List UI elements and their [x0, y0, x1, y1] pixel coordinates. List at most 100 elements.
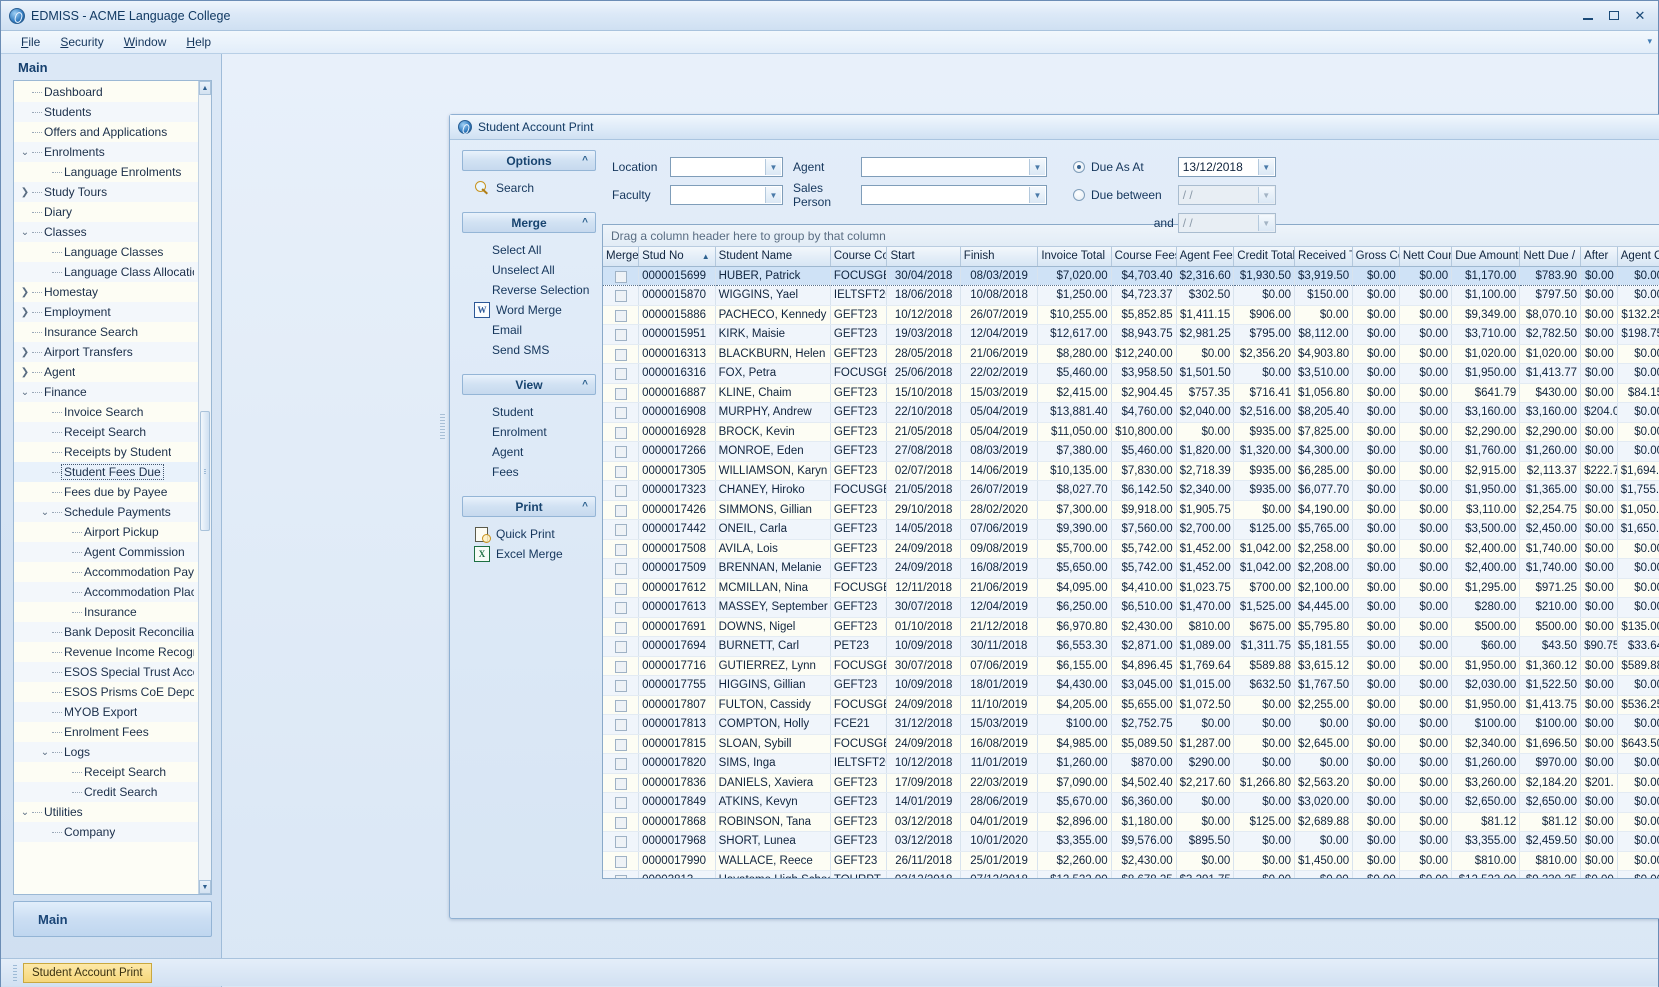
- merge-checkbox-cell[interactable]: [603, 286, 639, 306]
- chevron-right-icon[interactable]: ❯: [18, 187, 32, 198]
- agent-dropdown-icon[interactable]: ▼: [1029, 159, 1045, 175]
- due-as-at-date-input[interactable]: 13/12/2018 ▼: [1178, 157, 1276, 177]
- merge-checkbox-cell[interactable]: [603, 539, 639, 559]
- nav-item-esos-special-trust-account[interactable]: ESOS Special Trust Account: [14, 662, 198, 682]
- nav-item-employment[interactable]: ❯Employment: [14, 302, 198, 322]
- scroll-thumb[interactable]: [200, 411, 210, 531]
- table-row[interactable]: 0000016316FOX, PetraFOCUSGEF25/06/201822…: [603, 364, 1659, 384]
- merge-checkbox[interactable]: [615, 310, 627, 322]
- column-header-agent-cr[interactable]: Agent Cr: [1617, 247, 1659, 266]
- command-unselect-all[interactable]: Unselect All: [462, 260, 596, 280]
- command-group-merge[interactable]: Merge^: [462, 212, 596, 233]
- nav-tree-scrollbar[interactable]: ▲ ▼: [198, 81, 211, 894]
- maximize-button[interactable]: [1602, 6, 1626, 25]
- nav-item-students[interactable]: Students: [14, 102, 198, 122]
- nav-item-homestay[interactable]: ❯Homestay: [14, 282, 198, 302]
- panel-splitter[interactable]: [440, 414, 445, 440]
- nav-item-insurance[interactable]: Insurance: [14, 602, 198, 622]
- merge-checkbox[interactable]: [615, 485, 627, 497]
- nav-item-airport-pickup[interactable]: Airport Pickup: [14, 522, 198, 542]
- nav-item-insurance-search[interactable]: Insurance Search: [14, 322, 198, 342]
- close-button[interactable]: ✕: [1628, 6, 1652, 25]
- nav-item-enrolments[interactable]: ⌄Enrolments: [14, 142, 198, 162]
- table-row[interactable]: 0000017509BRENNAN, MelanieGEFT2324/09/20…: [603, 559, 1659, 579]
- menu-help[interactable]: Help: [176, 31, 221, 53]
- table-row[interactable]: 0000016313BLACKBURN, HelenGEFT2328/05/20…: [603, 344, 1659, 364]
- nav-item-student-fees-due[interactable]: Student Fees Due: [14, 462, 198, 482]
- due-between-from-dropdown-icon[interactable]: ▼: [1258, 187, 1274, 203]
- command-group-print[interactable]: Print^: [462, 496, 596, 517]
- merge-checkbox[interactable]: [615, 758, 627, 770]
- command-word-merge[interactable]: WWord Merge: [462, 300, 596, 320]
- nav-item-language-enrolments[interactable]: Language Enrolments: [14, 162, 198, 182]
- merge-checkbox[interactable]: [615, 661, 627, 673]
- column-header-stud-no[interactable]: Stud No▲: [639, 247, 715, 266]
- command-select-all[interactable]: Select All: [462, 240, 596, 260]
- due-as-at-radio[interactable]: [1073, 161, 1085, 173]
- merge-checkbox-cell[interactable]: [603, 481, 639, 501]
- merge-checkbox-cell[interactable]: [603, 422, 639, 442]
- merge-checkbox-cell[interactable]: [603, 344, 639, 364]
- merge-checkbox[interactable]: [615, 778, 627, 790]
- nav-item-company[interactable]: Company: [14, 822, 198, 842]
- faculty-dropdown-icon[interactable]: ▼: [765, 187, 781, 203]
- sales-person-dropdown-icon[interactable]: ▼: [1029, 187, 1045, 203]
- faculty-combo[interactable]: ▼: [670, 185, 783, 205]
- merge-checkbox[interactable]: [615, 544, 627, 556]
- nav-item-airport-transfers[interactable]: ❯Airport Transfers: [14, 342, 198, 362]
- merge-checkbox-cell[interactable]: [603, 676, 639, 696]
- merge-checkbox[interactable]: [615, 563, 627, 575]
- due-between-to-input[interactable]: / / ▼: [1178, 213, 1276, 233]
- merge-checkbox-cell[interactable]: [603, 559, 639, 579]
- group-by-panel[interactable]: Drag a column header here to group by th…: [603, 225, 1659, 247]
- column-header-agent-fee[interactable]: Agent Fee: [1176, 247, 1234, 266]
- nav-group-main[interactable]: Main: [13, 901, 212, 937]
- table-row[interactable]: 0000016887KLINE, ChaimGEFT2315/10/201815…: [603, 383, 1659, 403]
- collapse-caret-icon[interactable]: ^: [582, 501, 588, 512]
- table-row[interactable]: 0000017990WALLACE, ReeceGEFT2326/11/2018…: [603, 851, 1659, 871]
- merge-checkbox-cell[interactable]: [603, 266, 639, 286]
- nav-item-receipts-by-student[interactable]: Receipts by Student: [14, 442, 198, 462]
- minimize-button[interactable]: [1576, 6, 1600, 25]
- nav-item-schedule-payments[interactable]: ⌄Schedule Payments: [14, 502, 198, 522]
- table-row[interactable]: 0000017508AVILA, LoisGEFT2324/09/201809/…: [603, 539, 1659, 559]
- merge-checkbox-cell[interactable]: [603, 871, 639, 879]
- collapse-caret-icon[interactable]: ^: [582, 155, 588, 166]
- merge-checkbox[interactable]: [615, 739, 627, 751]
- table-row[interactable]: 0000017815SLOAN, SybillFOCUSGEF24/09/201…: [603, 734, 1659, 754]
- merge-checkbox[interactable]: [615, 836, 627, 848]
- merge-checkbox[interactable]: [615, 466, 627, 478]
- command-search[interactable]: Search: [462, 178, 596, 198]
- merge-checkbox[interactable]: [615, 446, 627, 458]
- table-row[interactable]: 0000016928BROCK, KevinGEFT2321/05/201805…: [603, 422, 1659, 442]
- merge-checkbox[interactable]: [615, 407, 627, 419]
- merge-checkbox-cell[interactable]: [603, 851, 639, 871]
- chevron-down-icon[interactable]: ⌄: [18, 227, 32, 238]
- scroll-down-arrow[interactable]: ▼: [199, 880, 211, 894]
- nav-item-dashboard[interactable]: Dashboard: [14, 82, 198, 102]
- table-row[interactable]: 0000017968SHORT, LuneaGEFT2303/12/201810…: [603, 832, 1659, 852]
- table-row[interactable]: 0000017266MONROE, EdenGEFT2327/08/201808…: [603, 442, 1659, 462]
- taskbar-button-student-account-print[interactable]: Student Account Print: [23, 963, 152, 983]
- nav-item-bank-deposit-reconciliation[interactable]: Bank Deposit Reconciliation: [14, 622, 198, 642]
- command-group-view[interactable]: View^: [462, 374, 596, 395]
- merge-checkbox[interactable]: [615, 388, 627, 400]
- table-row[interactable]: 0000017426SIMMONS, GillianGEFT2329/10/20…: [603, 500, 1659, 520]
- chevron-down-icon[interactable]: ⌄: [38, 747, 52, 758]
- nav-item-enrolment-fees[interactable]: Enrolment Fees: [14, 722, 198, 742]
- table-row[interactable]: 0000017836DANIELS, XavieraGEFT2317/09/20…: [603, 773, 1659, 793]
- chevron-down-icon[interactable]: ⌄: [18, 807, 32, 818]
- merge-checkbox-cell[interactable]: [603, 715, 639, 735]
- column-header-finish[interactable]: Finish: [960, 247, 1038, 266]
- merge-checkbox[interactable]: [615, 622, 627, 634]
- due-between-to-dropdown-icon[interactable]: ▼: [1258, 215, 1274, 231]
- merge-checkbox[interactable]: [615, 719, 627, 731]
- chevron-right-icon[interactable]: ❯: [18, 367, 32, 378]
- merge-checkbox[interactable]: [615, 797, 627, 809]
- merge-checkbox-cell[interactable]: [603, 500, 639, 520]
- merge-checkbox[interactable]: [615, 349, 627, 361]
- nav-item-receipt-search[interactable]: Receipt Search: [14, 762, 198, 782]
- table-row[interactable]: 0000017323CHANEY, HirokoFOCUSGEF21/05/20…: [603, 481, 1659, 501]
- merge-checkbox[interactable]: [615, 875, 627, 878]
- nav-item-agent-commission[interactable]: Agent Commission: [14, 542, 198, 562]
